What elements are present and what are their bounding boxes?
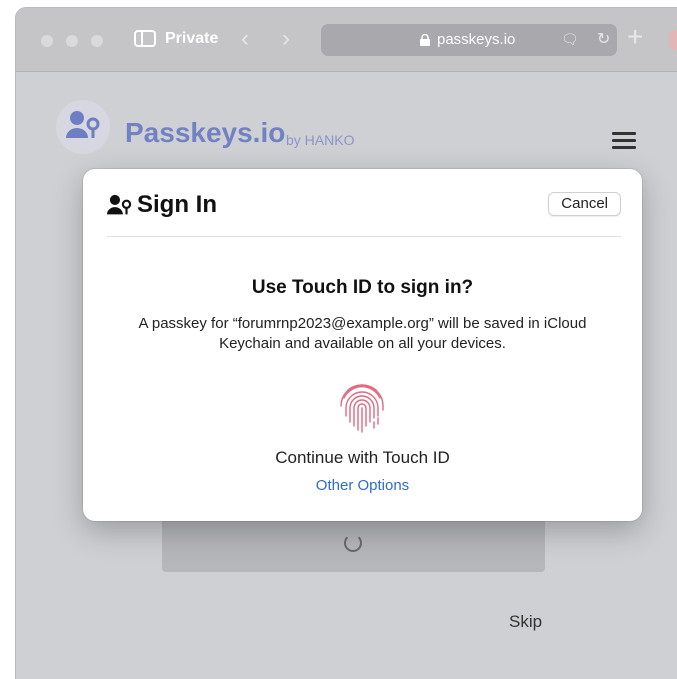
sidebar-toggle-icon[interactable] <box>134 30 156 47</box>
tab-overview-edge[interactable] <box>669 30 677 50</box>
prompt-heading: Use Touch ID to sign in? <box>251 277 474 298</box>
forward-icon[interactable]: › <box>282 25 290 53</box>
browser-toolbar: Private ‹ › passkeys.io 🗨 ↻ + <box>16 8 677 72</box>
translate-icon[interactable]: 🗨 <box>561 31 579 48</box>
user-key-icon <box>66 111 100 138</box>
skip-link[interactable]: Skip <box>509 612 542 632</box>
cancel-button[interactable]: Cancel <box>548 192 621 216</box>
continue-touch-id-label: Continue with Touch ID <box>275 448 450 467</box>
zoom-window-button[interactable] <box>91 35 103 47</box>
hamburger-menu-icon[interactable] <box>612 132 636 150</box>
close-window-button[interactable] <box>41 35 53 47</box>
divider <box>107 236 621 237</box>
dialog-title: Sign In <box>137 191 217 218</box>
user-key-icon <box>107 194 132 215</box>
site-brand[interactable]: Passkeys.io <box>125 117 285 149</box>
new-tab-icon[interactable]: + <box>627 21 643 53</box>
address-text: passkeys.io <box>437 31 516 48</box>
brand-by-label: by HANKO <box>286 132 355 148</box>
loading-button[interactable] <box>162 512 545 572</box>
lock-icon <box>420 34 430 46</box>
address-bar[interactable]: passkeys.io 🗨 ↻ <box>321 24 617 56</box>
other-options-link[interactable]: Other Options <box>83 477 642 494</box>
private-label: Private <box>165 30 219 47</box>
fingerprint-icon[interactable] <box>332 376 392 436</box>
sign-in-dialog: Sign In Cancel Use Touch ID to sign in? … <box>83 169 642 521</box>
dialog-header: Sign In <box>107 191 217 219</box>
minimize-window-button[interactable] <box>66 35 78 47</box>
reload-icon[interactable]: ↻ <box>597 29 610 49</box>
prompt-description: A passkey for “forumrnp2023@example.org”… <box>138 315 587 352</box>
spinner-icon <box>344 534 362 552</box>
back-icon[interactable]: ‹ <box>241 25 249 53</box>
